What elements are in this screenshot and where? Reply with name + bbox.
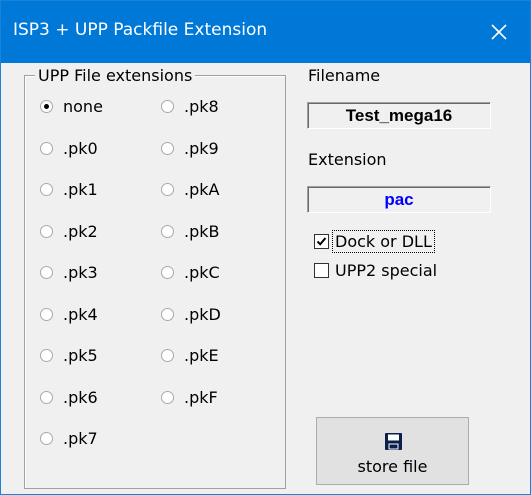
dialog-client-area: UPP File extensions none .pk0 .pk1 .pk2 .pk3… bbox=[1, 63, 530, 494]
store-file-label: store file bbox=[357, 457, 428, 476]
radio-button-circle[interactable] bbox=[40, 266, 53, 279]
radio-button-circle[interactable] bbox=[40, 100, 53, 113]
radio-ext-pk2[interactable]: .pk2 bbox=[40, 222, 98, 241]
upp2-special-checkbox[interactable]: UPP2 special bbox=[314, 261, 438, 280]
title-bar[interactable]: ISP3 + UPP Packfile Extension bbox=[1, 1, 530, 63]
radio-ext-pk8[interactable]: .pk8 bbox=[161, 97, 219, 116]
radio-label: .pk1 bbox=[63, 180, 98, 199]
radio-label: none bbox=[63, 97, 103, 116]
radio-ext-pkD[interactable]: .pkD bbox=[161, 305, 221, 324]
radio-ext-pkA[interactable]: .pkA bbox=[161, 180, 219, 199]
radio-button-circle[interactable] bbox=[161, 224, 174, 238]
radio-label: .pk6 bbox=[63, 387, 98, 407]
radio-button-circle[interactable] bbox=[161, 390, 174, 404]
radio-button-circle[interactable] bbox=[40, 307, 53, 321]
dock-checkbox-label: Dock or DLL bbox=[332, 230, 435, 253]
upp2-checkbox-box[interactable] bbox=[314, 263, 329, 278]
radio-label: .pk0 bbox=[63, 138, 98, 158]
close-button[interactable] bbox=[468, 1, 530, 63]
group-legend: UPP File extensions bbox=[35, 66, 196, 86]
radio-ext-pk4[interactable]: .pk4 bbox=[40, 305, 98, 324]
checkmark-icon bbox=[316, 237, 327, 246]
radio-label: .pk8 bbox=[184, 97, 219, 116]
radio-ext-none[interactable]: none bbox=[40, 97, 103, 116]
filename-label: Filename bbox=[308, 66, 381, 85]
dock-checkbox-box[interactable] bbox=[314, 234, 329, 249]
dialog-window: ISP3 + UPP Packfile Extension UPP File e… bbox=[0, 0, 531, 495]
radio-ext-pkC[interactable]: .pkC bbox=[161, 263, 220, 282]
radio-button-circle[interactable] bbox=[40, 432, 53, 445]
radio-label: .pk7 bbox=[63, 429, 98, 448]
radio-label: .pk9 bbox=[184, 138, 219, 158]
filename-value: Test_mega16 bbox=[345, 105, 453, 125]
radio-ext-pkE[interactable]: .pkE bbox=[161, 346, 219, 365]
floppy-disk-icon bbox=[385, 433, 402, 450]
radio-button-circle[interactable] bbox=[161, 183, 174, 196]
radio-ext-pk9[interactable]: .pk9 bbox=[161, 139, 219, 158]
store-file-button[interactable]: store file bbox=[316, 417, 469, 485]
radio-ext-pk7[interactable]: .pk7 bbox=[40, 429, 98, 448]
radio-label: .pkA bbox=[184, 180, 220, 199]
radio-button-circle[interactable] bbox=[40, 224, 53, 238]
filename-field: Test_mega16 bbox=[307, 102, 491, 129]
radio-button-circle[interactable] bbox=[161, 100, 174, 113]
extension-value: pac bbox=[384, 189, 414, 209]
close-icon bbox=[491, 24, 507, 40]
radio-ext-pk0[interactable]: .pk0 bbox=[40, 139, 98, 158]
radio-label: .pk5 bbox=[63, 346, 98, 365]
radio-ext-pk3[interactable]: .pk3 bbox=[40, 263, 98, 282]
radio-label: .pk3 bbox=[63, 263, 98, 282]
radio-label: .pkB bbox=[184, 221, 220, 241]
radio-label: .pkC bbox=[184, 263, 220, 282]
radio-button-circle[interactable] bbox=[161, 141, 174, 155]
radio-button-circle[interactable] bbox=[40, 141, 53, 155]
radio-label: .pkF bbox=[184, 387, 218, 407]
upp2-checkbox-label: UPP2 special bbox=[335, 261, 438, 280]
upp-extensions-group: UPP File extensions none .pk0 .pk1 .pk2 .pk3… bbox=[24, 66, 286, 489]
radio-label: .pkE bbox=[184, 346, 219, 365]
extension-label: Extension bbox=[308, 150, 387, 169]
dock-or-dll-checkbox[interactable]: Dock or DLL bbox=[314, 230, 435, 253]
radio-ext-pk5[interactable]: .pk5 bbox=[40, 346, 98, 365]
window-title: ISP3 + UPP Packfile Extension bbox=[13, 20, 268, 40]
radio-label: .pkD bbox=[184, 304, 221, 324]
radio-label: .pk2 bbox=[63, 221, 98, 241]
radio-label: .pk4 bbox=[63, 304, 98, 324]
radio-button-circle[interactable] bbox=[40, 183, 53, 196]
radio-ext-pk6[interactable]: .pk6 bbox=[40, 388, 98, 407]
radio-ext-pkB[interactable]: .pkB bbox=[161, 222, 219, 241]
radio-ext-pk1[interactable]: .pk1 bbox=[40, 180, 98, 199]
radio-button-circle[interactable] bbox=[40, 349, 53, 362]
radio-button-circle[interactable] bbox=[40, 390, 53, 404]
extension-field: pac bbox=[307, 186, 491, 213]
radio-button-circle[interactable] bbox=[161, 349, 174, 362]
radio-button-circle[interactable] bbox=[161, 307, 174, 321]
radio-ext-pkF[interactable]: .pkF bbox=[161, 388, 218, 407]
radio-button-circle[interactable] bbox=[161, 266, 174, 279]
